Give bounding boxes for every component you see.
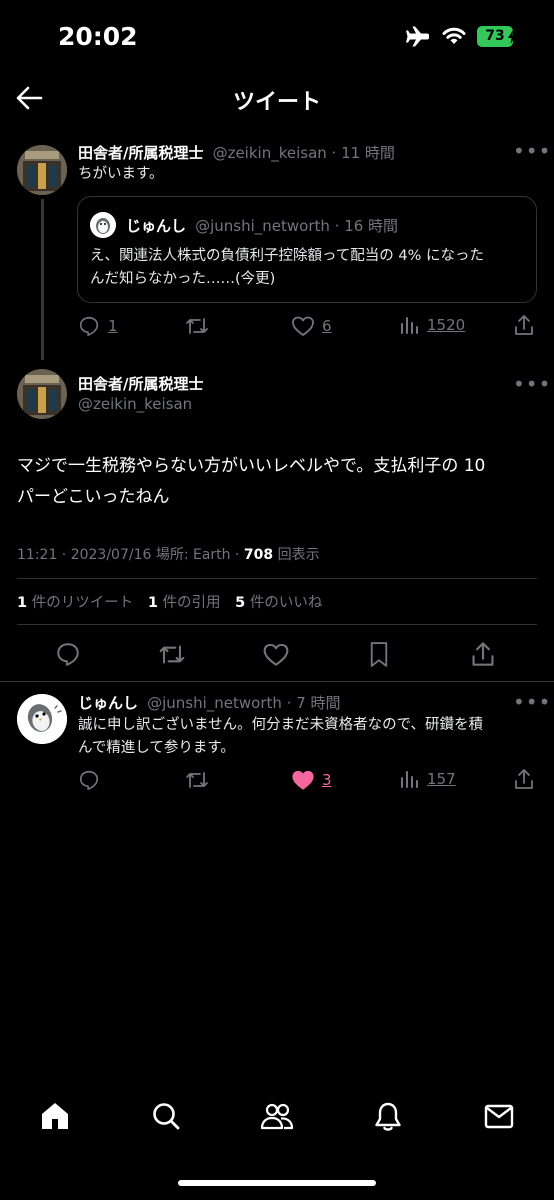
communities-icon[interactable] (259, 1101, 295, 1131)
status-time: 20:02 (58, 22, 138, 51)
home-indicator[interactable] (178, 1180, 376, 1186)
reply-author-name[interactable]: じゅんし (78, 694, 138, 712)
views-label: 回表示 (273, 547, 320, 563)
wifi-icon (442, 27, 466, 44)
quoted-tweet-card[interactable]: じゅんし @junshi_networth · 16 時間 え、関連法人株式の負… (77, 196, 537, 303)
reply-retweet-icon[interactable] (185, 769, 209, 791)
divider (17, 578, 537, 579)
main-reply-icon[interactable] (55, 641, 81, 667)
bookmark-icon[interactable] (368, 641, 390, 668)
page-title: ツイート (232, 90, 321, 115)
retweet-icon[interactable] (185, 315, 209, 337)
avatar-junshi[interactable] (17, 694, 67, 744)
quoted-author-name: じゅんし (126, 217, 187, 235)
views-icon (401, 317, 418, 334)
reply-views-button[interactable]: 157 (399, 769, 456, 789)
reply-like-button[interactable]: 3 (291, 769, 332, 791)
like-icon (292, 316, 314, 336)
like-button[interactable]: 6 (291, 315, 332, 337)
messages-icon[interactable] (484, 1104, 514, 1129)
avatar-zeikin-main[interactable] (17, 369, 67, 419)
reply-views-icon (401, 771, 418, 788)
quotes-stat[interactable]: 1 件の引用 (148, 595, 221, 611)
engagement-stats: 1 件のリツイート 1 件の引用 5 件のいいね (17, 591, 322, 612)
main-retweet-icon[interactable] (158, 642, 186, 667)
reply-button[interactable]: 1 (78, 315, 118, 337)
liked-heart-icon (292, 770, 314, 790)
reply-like-count: 3 (322, 771, 332, 789)
main-author-handle[interactable]: @zeikin_keisan (78, 395, 192, 413)
avatar-junshi-small (90, 212, 116, 238)
reply-text-line-1: 誠に申し訳ございません。何分まだ未資格者なので、研鑽を積 (78, 717, 483, 733)
reply-count: 1 (108, 317, 118, 335)
tweet-timestamp-location: 11:21 · 2023/07/16 場所: Earth · (17, 547, 244, 563)
author-handle-time[interactable]: @zeikin_keisan · 11 時間 (213, 144, 395, 162)
main-author-name[interactable]: 田舎者/所属税理士 (78, 373, 203, 394)
notifications-icon[interactable] (373, 1101, 403, 1132)
avatar-zeikin[interactable] (17, 145, 67, 195)
home-icon[interactable] (39, 1101, 71, 1131)
tweet-text: ちがいます。 (78, 166, 164, 182)
reply-views-count: 157 (427, 770, 456, 788)
more-options-icon[interactable]: ••• (513, 139, 551, 163)
reply-icon (79, 316, 99, 336)
airplane-mode-icon (406, 26, 429, 47)
main-tweet-text-line-2: パーどこいったねん (17, 487, 170, 507)
main-more-options-icon[interactable]: ••• (513, 372, 551, 396)
divider (0, 681, 554, 682)
likes-stat[interactable]: 5 件のいいね (235, 595, 322, 611)
views-count: 1520 (427, 316, 466, 334)
charging-bolt-icon (508, 30, 516, 44)
quoted-text-line-2: んだ知らなかった……(今更) (90, 271, 276, 287)
reply-share-icon[interactable] (513, 768, 535, 790)
main-share-icon[interactable] (470, 641, 496, 667)
retweets-stat[interactable]: 1 件のリツイート (17, 595, 133, 611)
quoted-text-line-1: え、関連法人株式の負債利子控除額って配当の 4% になった (90, 248, 484, 264)
divider (17, 624, 537, 625)
author-name[interactable]: 田舎者/所属税理士 (78, 144, 203, 162)
main-like-icon[interactable] (262, 642, 290, 667)
reply-author-handle-time[interactable]: @junshi_networth · 7 時間 (147, 694, 340, 712)
tweet-meta: 11:21 · 2023/07/16 場所: Earth · 708 回表示 (17, 544, 320, 564)
share-icon[interactable] (513, 314, 535, 336)
reply-text-line-2: んで精進して参ります。 (78, 740, 235, 756)
reply-reply-icon[interactable] (78, 769, 100, 791)
quoted-author-handle-time: @junshi_networth · 16 時間 (195, 217, 399, 235)
like-count: 6 (322, 317, 332, 335)
search-icon[interactable] (151, 1101, 181, 1131)
main-tweet-text-line-1: マジで一生税務やらない方がいいレベルやで。支払利子の 10 (17, 456, 486, 476)
views-total: 708 (243, 547, 274, 563)
views-button[interactable]: 1520 (399, 315, 465, 335)
reply-more-options-icon[interactable]: ••• (513, 690, 551, 714)
thread-line (41, 199, 44, 360)
